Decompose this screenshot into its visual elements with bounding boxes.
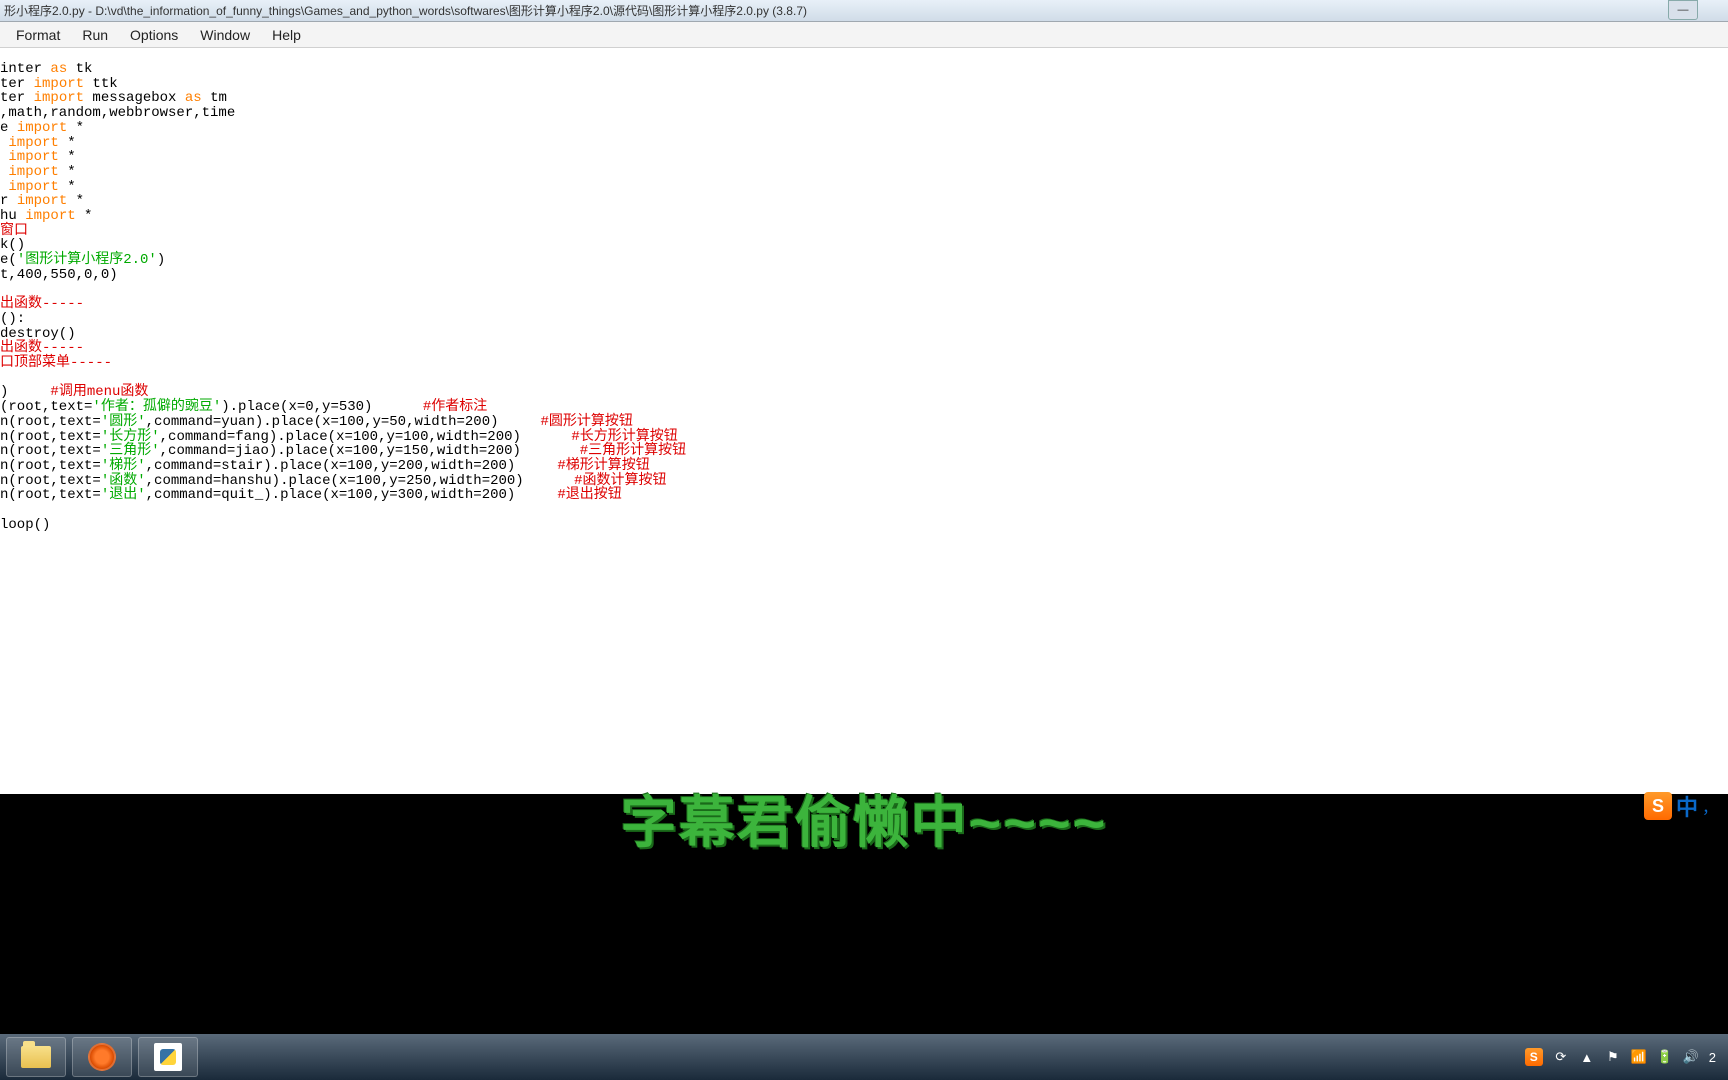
sogou-icon: S [1644, 792, 1672, 820]
taskbar-explorer[interactable] [6, 1037, 66, 1077]
menu-run[interactable]: Run [72, 24, 118, 46]
titlebar[interactable]: 形小程序2.0.py - D:\vd\the_information_of_fu… [0, 0, 1728, 22]
taskbar: S ⟳ ▲ ⚑ 📶 🔋 🔊 2 [0, 1034, 1728, 1080]
menu-window[interactable]: Window [190, 24, 260, 46]
menubar: Format Run Options Window Help [0, 22, 1728, 48]
tray-battery-icon[interactable]: 🔋 [1657, 1049, 1673, 1065]
window-buttons: — [1668, 0, 1728, 20]
menu-options[interactable]: Options [120, 24, 188, 46]
python-icon [154, 1043, 182, 1071]
minimize-button[interactable]: — [1668, 0, 1698, 20]
system-tray: S ⟳ ▲ ⚑ 📶 🔋 🔊 2 [1525, 1048, 1722, 1066]
menu-help[interactable]: Help [262, 24, 311, 46]
window-title: 形小程序2.0.py - D:\vd\the_information_of_fu… [4, 2, 1724, 19]
taskbar-idle[interactable] [138, 1037, 198, 1077]
ime-indicator[interactable]: S 中 ， [1644, 790, 1718, 822]
tray-sogou-icon[interactable]: S [1525, 1048, 1543, 1066]
tray-chevron-icon[interactable]: ▲ [1579, 1049, 1595, 1065]
menu-format[interactable]: Format [6, 24, 70, 46]
ime-lang: 中 [1676, 790, 1698, 822]
ime-punct: ， [1702, 794, 1718, 818]
tray-volume-icon[interactable]: 🔊 [1683, 1049, 1699, 1065]
tray-sync-icon[interactable]: ⟳ [1553, 1049, 1569, 1065]
taskbar-recorder[interactable] [72, 1037, 132, 1077]
record-icon [88, 1043, 116, 1071]
tray-signal-icon[interactable]: 📶 [1631, 1049, 1647, 1065]
tray-flag-icon[interactable]: ⚑ [1605, 1049, 1621, 1065]
idle-window: 形小程序2.0.py - D:\vd\the_information_of_fu… [0, 0, 1728, 794]
code-editor[interactable]: inter as tk ter import ttk ter import me… [0, 48, 1728, 794]
folder-icon [21, 1046, 51, 1068]
video-subtitle: 字幕君偷懒中~~~~ [0, 778, 1728, 859]
tray-clock[interactable]: 2 [1709, 1050, 1716, 1065]
